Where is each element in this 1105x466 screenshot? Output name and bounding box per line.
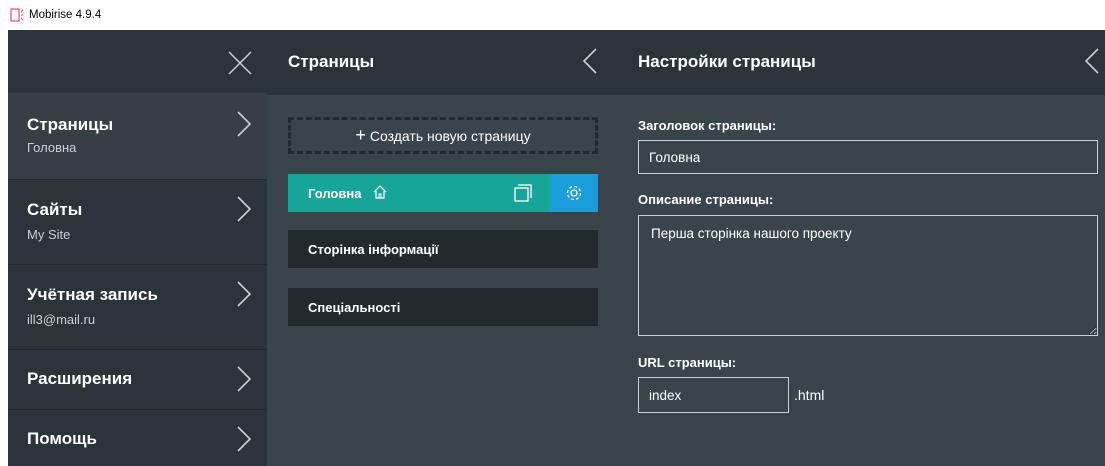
description-label: Описание страницы:	[638, 192, 774, 207]
menu-item-extensions[interactable]: Расширения	[8, 350, 267, 409]
page-name: Сторінка інформації	[308, 242, 439, 257]
page-item[interactable]: Сторінка інформації	[288, 230, 598, 268]
menu-item-label: Страницы	[27, 115, 114, 134]
home-icon	[372, 184, 388, 200]
page-item-active[interactable]: Головна	[288, 174, 598, 212]
menu-item-subtext: Головна	[27, 140, 77, 155]
gear-icon[interactable]	[550, 174, 598, 212]
menu-item-label: Помощь	[27, 429, 97, 448]
chevron-left-icon[interactable]	[582, 48, 597, 74]
page-settings-panel: Настройки страницы Заголовок страницы: О…	[617, 30, 1105, 466]
menu-header	[8, 30, 267, 93]
page-title-input[interactable]	[638, 140, 1098, 174]
page-name: Головна	[308, 186, 362, 201]
menu-item-account[interactable]: Учётная запись ill3@mail.ru	[8, 265, 267, 349]
page-title-label: Заголовок страницы:	[638, 118, 777, 133]
duplicate-icon[interactable]	[513, 183, 533, 203]
page-name: Спеціальності	[308, 300, 401, 315]
chevron-right-icon	[237, 281, 252, 307]
create-page-label: Создать новую страницу	[369, 127, 531, 144]
menu-item-label: Учётная запись	[27, 285, 158, 304]
main-menu-sidebar: Страницы Головна Сайты My Site Учётная з…	[8, 30, 267, 466]
chevron-right-icon	[237, 111, 252, 137]
menu-item-pages[interactable]: Страницы Головна	[8, 93, 267, 179]
description-textarea[interactable]: Перша сторінка нашого проекту	[638, 215, 1098, 336]
url-label: URL страницы:	[638, 355, 737, 370]
chevron-left-icon[interactable]	[1084, 48, 1099, 74]
pages-panel: Страницы + Создать новую страницу Головн…	[267, 30, 617, 466]
page-item[interactable]: Спеціальності	[288, 288, 598, 326]
create-page-button[interactable]: + Создать новую страницу	[288, 117, 598, 154]
window-titlebar: Mobirise 4.9.4	[0, 0, 1105, 30]
panel-title: Страницы	[288, 52, 375, 71]
menu-item-label: Расширения	[27, 369, 133, 388]
close-icon[interactable]	[227, 50, 253, 76]
chevron-right-icon	[237, 366, 252, 392]
menu-item-subtext: ill3@mail.ru	[27, 312, 96, 327]
plus-icon: +	[355, 125, 366, 145]
menu-item-help[interactable]: Помощь	[8, 410, 267, 466]
window-title: Mobirise 4.9.4	[29, 9, 102, 21]
chevron-right-icon	[237, 426, 252, 452]
mobirise-logo-icon	[10, 8, 24, 22]
settings-panel-header: Настройки страницы	[617, 30, 1105, 95]
menu-item-sites[interactable]: Сайты My Site	[8, 180, 267, 264]
chevron-right-icon	[237, 196, 252, 222]
pages-panel-header: Страницы	[267, 30, 617, 95]
panel-title: Настройки страницы	[638, 52, 816, 71]
url-input[interactable]	[638, 377, 789, 413]
menu-item-label: Сайты	[27, 200, 83, 219]
url-suffix: .html	[794, 387, 825, 403]
menu-item-subtext: My Site	[27, 227, 71, 242]
